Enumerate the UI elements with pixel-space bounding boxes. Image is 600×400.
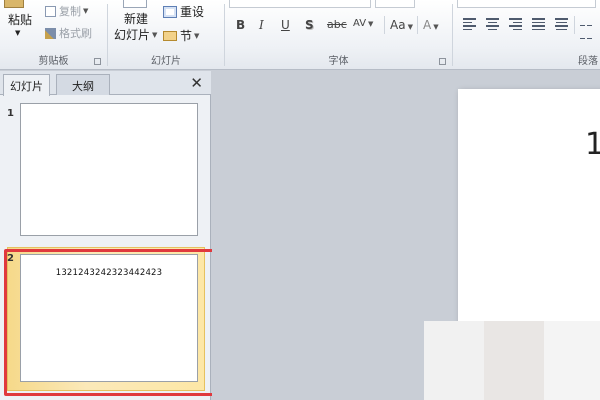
font-size-combo[interactable] xyxy=(375,0,415,8)
reset-button[interactable]: 重设 xyxy=(163,3,204,20)
section-label: 节 xyxy=(180,29,193,43)
paste-dropdown-icon[interactable]: ▼ xyxy=(15,29,20,37)
slides-group: 新建 幻灯片 ▼ 重设 节 ▼ 幻灯片 xyxy=(108,0,224,70)
font-launcher-icon[interactable] xyxy=(439,58,446,65)
selection-annotation-box xyxy=(4,249,224,396)
clipboard-group: 粘贴 ▼ 复制 ▼ 格式刷 剪贴板 xyxy=(0,0,107,70)
chevron-down-icon: ▼ xyxy=(83,7,89,15)
watermark-block xyxy=(484,321,544,400)
slide-thumbnail-1[interactable] xyxy=(20,103,198,236)
change-case-button[interactable]: Aa ▼ xyxy=(390,18,413,32)
tab-slides[interactable]: 幻灯片 xyxy=(3,74,50,96)
slide-number-1: 1 xyxy=(7,108,14,119)
slide-editor: 1 xyxy=(212,71,600,400)
clipboard-launcher-icon[interactable] xyxy=(94,58,101,65)
font-color-button[interactable]: A ▼ xyxy=(423,18,439,32)
underline-button[interactable]: U xyxy=(281,18,290,32)
chevron-down-icon: ▼ xyxy=(407,23,413,31)
new-slide-icon xyxy=(123,0,147,8)
slide-text[interactable]: 1 xyxy=(585,127,600,162)
new-slide-label-1: 新建 xyxy=(124,12,149,26)
copy-button[interactable]: 复制 ▼ xyxy=(45,3,88,19)
brush-icon xyxy=(45,27,56,39)
close-icon[interactable]: ✕ xyxy=(190,74,203,92)
font-group: B I U S abc AV ▼ Aa ▼ A ▼ 字体 xyxy=(225,0,452,70)
pane-tab-bar: 幻灯片 大纲 ✕ xyxy=(0,71,211,96)
new-slide-dropdown[interactable]: 幻灯片 ▼ xyxy=(114,26,157,43)
italic-button[interactable]: I xyxy=(259,18,264,32)
reset-icon xyxy=(163,5,177,18)
watermark-block xyxy=(424,321,484,400)
character-spacing-button[interactable]: AV ▼ xyxy=(353,18,373,29)
section-button[interactable]: 节 ▼ xyxy=(163,27,199,44)
font-name-combo[interactable] xyxy=(229,0,371,8)
columns-icon[interactable] xyxy=(580,18,593,39)
chevron-down-icon: ▼ xyxy=(368,20,374,28)
new-slide-button[interactable]: 新建 xyxy=(124,10,148,27)
divider xyxy=(417,16,418,34)
clipboard-group-label: 剪贴板 xyxy=(38,56,69,67)
change-case-label: Aa xyxy=(390,18,406,32)
justify-icon[interactable] xyxy=(532,18,545,30)
watermark-block xyxy=(544,321,600,400)
divider xyxy=(574,16,575,34)
copy-icon xyxy=(45,5,56,17)
reset-label: 重设 xyxy=(180,5,205,19)
paragraph-group: 段落 xyxy=(453,0,600,70)
ribbon: 粘贴 ▼ 复制 ▼ 格式刷 剪贴板 新建 幻灯片 ▼ 重设 节 ▼ 幻灯片 B … xyxy=(0,0,600,70)
tab-outline[interactable]: 大纲 xyxy=(56,74,110,95)
divider xyxy=(384,16,385,34)
align-center-icon[interactable] xyxy=(486,18,499,30)
paste-button[interactable]: 粘贴 xyxy=(8,11,32,28)
chevron-down-icon: ▼ xyxy=(194,31,200,40)
new-slide-label-2: 幻灯片 xyxy=(114,28,151,42)
paragraph-group-label: 段落 xyxy=(578,56,598,67)
paste-icon xyxy=(4,0,24,8)
slides-group-label: 幻灯片 xyxy=(151,56,181,67)
format-painter-label: 格式刷 xyxy=(59,27,92,40)
strikethrough-button[interactable]: abc xyxy=(327,18,347,31)
paste-label: 粘贴 xyxy=(8,13,33,27)
align-right-icon[interactable] xyxy=(509,18,522,30)
current-slide[interactable]: 1 xyxy=(458,89,600,339)
font-color-label: A xyxy=(423,18,432,32)
bold-button[interactable]: B xyxy=(236,18,245,32)
chevron-down-icon: ▼ xyxy=(152,30,158,39)
paragraph-combo[interactable] xyxy=(457,0,596,8)
slides-pane: 幻灯片 大纲 ✕ 1 2 1321243242323442423 xyxy=(0,71,224,400)
shadow-button[interactable]: S xyxy=(305,18,314,32)
format-painter-button[interactable]: 格式刷 xyxy=(45,25,92,41)
distributed-icon[interactable] xyxy=(555,18,568,30)
copy-label: 复制 xyxy=(59,5,81,18)
chevron-down-icon: ▼ xyxy=(433,23,439,31)
character-spacing-label: AV xyxy=(353,18,367,29)
align-left-icon[interactable] xyxy=(463,18,476,30)
font-group-label: 字体 xyxy=(328,56,349,67)
section-icon xyxy=(163,30,177,41)
